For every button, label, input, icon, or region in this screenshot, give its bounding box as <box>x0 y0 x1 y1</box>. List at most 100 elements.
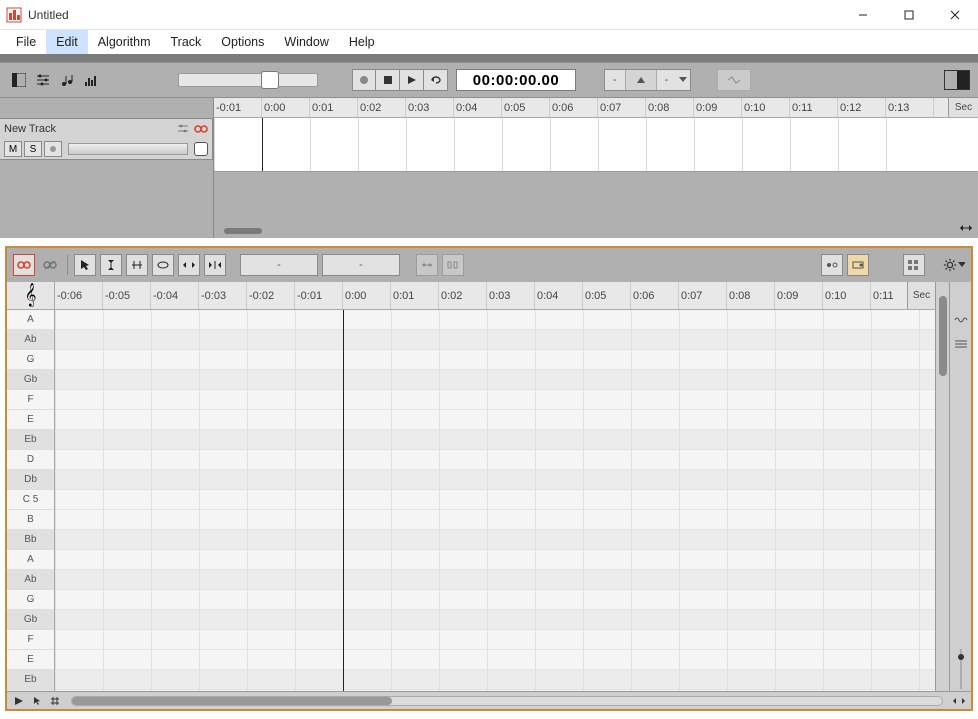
piano-time-unit[interactable]: Sec <box>907 282 935 309</box>
time-unit-button[interactable]: Sec <box>948 98 978 117</box>
piano-key[interactable]: B <box>7 510 54 530</box>
range-tool[interactable] <box>126 254 148 276</box>
gear-icon[interactable] <box>943 254 965 276</box>
hscroll-thumb[interactable] <box>72 697 392 705</box>
view-toggle-2[interactable] <box>847 254 869 276</box>
expand-icon[interactable] <box>958 220 974 236</box>
foot-expand-icon[interactable] <box>951 694 967 708</box>
note-grid[interactable] <box>55 310 935 691</box>
menu-track[interactable]: Track <box>161 30 212 54</box>
play-button[interactable] <box>400 69 424 91</box>
piano-key[interactable]: F <box>7 390 54 410</box>
vzoom-slider[interactable] <box>953 661 969 677</box>
lines-view-icon[interactable] <box>953 336 969 352</box>
track-link-icon[interactable] <box>194 122 208 136</box>
piano-key[interactable]: Db <box>7 470 54 490</box>
menu-edit[interactable]: Edit <box>46 30 88 54</box>
range-selector[interactable]: - - <box>604 69 691 91</box>
piano-time-tick: -0:04 <box>151 282 199 309</box>
track-header[interactable]: New Track M S <box>0 118 213 160</box>
piano-key[interactable]: Gb <box>7 370 54 390</box>
scrub-tool[interactable] <box>204 254 226 276</box>
maximize-button[interactable] <box>886 0 932 30</box>
time-ruler[interactable]: -0:010:000:010:020:030:040:050:060:070:0… <box>214 98 978 118</box>
piano-time-ruler[interactable]: -0:06-0:05-0:04-0:03-0:02-0:010:000:010:… <box>55 282 935 310</box>
menu-window[interactable]: Window <box>274 30 338 54</box>
slider-thumb[interactable] <box>261 71 279 89</box>
vscroll-thumb[interactable] <box>939 296 947 376</box>
close-button[interactable] <box>932 0 978 30</box>
piano-key[interactable]: Eb <box>7 430 54 450</box>
piano-key[interactable]: A <box>7 310 54 330</box>
menu-options[interactable]: Options <box>211 30 274 54</box>
piano-key[interactable]: Gb <box>7 610 54 630</box>
playhead[interactable] <box>262 118 263 171</box>
timeline-area: New Track M S -0:010:000:010:020:030:040… <box>0 98 978 238</box>
piano-playhead[interactable] <box>343 310 344 691</box>
piano-key[interactable]: Ab <box>7 330 54 350</box>
mute-button[interactable]: M <box>4 141 22 157</box>
track-checkbox[interactable] <box>194 142 208 156</box>
piano-key[interactable]: E <box>7 650 54 670</box>
solo-button[interactable]: S <box>24 141 42 157</box>
track-settings-icon[interactable] <box>176 122 190 136</box>
grid-button[interactable] <box>903 254 925 276</box>
position-slider[interactable] <box>178 73 318 87</box>
clef-icon[interactable]: 𝄞 <box>7 282 54 310</box>
grid-row <box>55 450 935 470</box>
piano-key[interactable]: F <box>7 630 54 650</box>
record-arm-button[interactable] <box>44 141 62 157</box>
minimize-button[interactable] <box>840 0 886 30</box>
scope-toggle[interactable] <box>944 70 970 90</box>
piano-hscrollbar[interactable] <box>71 696 943 706</box>
waveform-lane[interactable] <box>214 118 978 172</box>
pane-divider[interactable] <box>0 238 978 246</box>
piano-vscrollbar[interactable] <box>935 282 949 691</box>
view-toggle-1[interactable] <box>821 254 843 276</box>
menu-file[interactable]: File <box>6 30 46 54</box>
track-name: New Track <box>4 123 172 135</box>
menu-help[interactable]: Help <box>339 30 385 54</box>
quantize-button[interactable] <box>442 254 464 276</box>
range-mode-icon[interactable] <box>626 70 657 90</box>
piano-key[interactable]: Bb <box>7 530 54 550</box>
range-dropdown[interactable] <box>676 70 690 90</box>
volume-slider[interactable] <box>68 143 188 155</box>
loop-button[interactable] <box>424 69 448 91</box>
timeline-scrollbar[interactable] <box>214 224 978 238</box>
piano-key[interactable]: G <box>7 350 54 370</box>
link-toggle[interactable] <box>13 254 35 276</box>
note-tool[interactable] <box>152 254 174 276</box>
stop-button[interactable] <box>376 69 400 91</box>
piano-key[interactable]: E <box>7 410 54 430</box>
foot-sharp-icon[interactable] <box>47 694 63 708</box>
unlink-toggle[interactable] <box>39 254 61 276</box>
split-tool[interactable] <box>100 254 122 276</box>
piano-roll-pane: - - 𝄞 AAbGGbFEEbDDbC 5BBbAAbGGbFEEb -0:0… <box>5 246 973 711</box>
grid-row <box>55 370 935 390</box>
time-tick: 0:03 <box>406 98 454 117</box>
piano-roll-grid[interactable]: -0:06-0:05-0:04-0:03-0:02-0:010:000:010:… <box>55 282 935 691</box>
stretch-tool[interactable] <box>178 254 200 276</box>
menu-algorithm[interactable]: Algorithm <box>88 30 161 54</box>
scrollbar-thumb[interactable] <box>224 228 262 234</box>
spectrum-icon[interactable] <box>80 69 102 91</box>
notes-icon[interactable] <box>56 69 78 91</box>
foot-pointer-icon[interactable] <box>29 694 45 708</box>
piano-key[interactable]: Eb <box>7 670 54 690</box>
piano-key[interactable]: C 5 <box>7 490 54 510</box>
pointer-tool[interactable] <box>74 254 96 276</box>
panel-toggle-button[interactable] <box>8 69 30 91</box>
snap-grid-button[interactable] <box>416 254 438 276</box>
range-start: - <box>605 70 626 90</box>
snap-button[interactable] <box>717 69 751 91</box>
sliders-icon[interactable] <box>32 69 54 91</box>
foot-play-icon[interactable] <box>11 694 27 708</box>
waveform-view-icon[interactable] <box>953 312 969 328</box>
piano-key[interactable]: G <box>7 590 54 610</box>
grid-row <box>55 550 935 570</box>
piano-key[interactable]: A <box>7 550 54 570</box>
piano-key[interactable]: Ab <box>7 570 54 590</box>
piano-key[interactable]: D <box>7 450 54 470</box>
record-button[interactable] <box>352 69 376 91</box>
